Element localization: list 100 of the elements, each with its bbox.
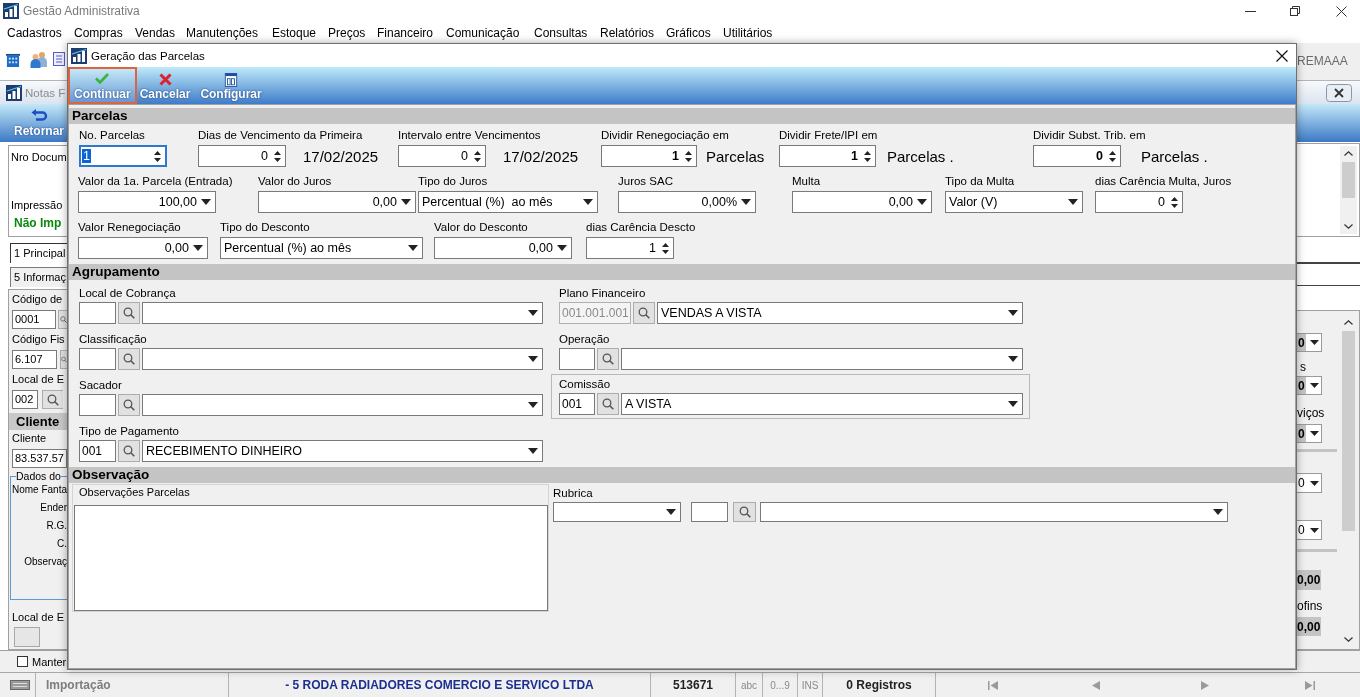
spin-down-icon[interactable] — [685, 157, 692, 162]
building-icon[interactable] — [6, 53, 20, 67]
scroll-down-icon[interactable] — [1344, 637, 1353, 642]
scrollbar-thumb[interactable] — [1342, 162, 1355, 198]
scrollbar[interactable] — [1340, 146, 1357, 234]
amount-field[interactable]: 0,00 — [258, 191, 416, 213]
caret-down-icon[interactable] — [1068, 199, 1078, 205]
menu-item[interactable]: Compras — [74, 25, 135, 40]
caret-down-icon[interactable] — [408, 245, 418, 251]
scrollbar-thumb[interactable] — [1342, 331, 1355, 531]
spin-down-icon[interactable] — [274, 157, 281, 162]
spin-field[interactable]: 0 — [1095, 191, 1183, 213]
spin-field[interactable]: 0 — [1033, 145, 1121, 167]
minimize-icon[interactable] — [1245, 10, 1256, 12]
spin-down-icon[interactable] — [474, 157, 481, 162]
spin-field[interactable]: 0 — [198, 145, 286, 167]
menu-item[interactable]: Cadastros — [7, 25, 74, 40]
amount-field[interactable]: 0,00% — [618, 191, 756, 213]
dropdown-field[interactable]: 0 — [1297, 473, 1322, 493]
scroll-up-icon[interactable] — [1344, 320, 1353, 325]
spin-up-icon[interactable] — [474, 150, 481, 155]
search-button[interactable] — [733, 502, 756, 522]
caret-down-icon[interactable] — [401, 199, 411, 205]
menu-item[interactable]: Vendas — [135, 25, 186, 40]
amount-field[interactable]: 0,00 — [78, 237, 208, 259]
spin-up-icon[interactable] — [154, 150, 161, 155]
scroll-down-icon[interactable] — [1344, 224, 1353, 229]
scroll-up-icon[interactable] — [1344, 151, 1353, 156]
search-button[interactable] — [118, 440, 140, 462]
caret-down-icon[interactable] — [201, 199, 211, 205]
search-button[interactable] — [597, 348, 619, 370]
menu-item[interactable]: Estoque — [272, 25, 328, 40]
dropdown-field[interactable] — [142, 394, 543, 416]
input-field[interactable] — [14, 627, 40, 647]
code-field[interactable]: 001 — [79, 440, 116, 462]
spin-field[interactable]: 1 — [586, 237, 674, 259]
code-field[interactable] — [79, 302, 116, 324]
spin-down-icon[interactable] — [1171, 203, 1178, 208]
search-button[interactable] — [42, 390, 63, 409]
tab[interactable]: 1 Principal — [10, 243, 67, 263]
menu-item[interactable]: Consultas — [534, 25, 600, 40]
dropdown-field[interactable] — [621, 348, 1023, 370]
search-button[interactable] — [633, 302, 655, 324]
caret-down-icon[interactable] — [1213, 509, 1223, 515]
caret-down-icon[interactable] — [528, 310, 538, 316]
spin-down-icon[interactable] — [662, 249, 669, 254]
dropdown-field[interactable] — [760, 502, 1228, 522]
dropdown-field[interactable]: 0 — [1297, 424, 1322, 443]
caret-down-icon[interactable] — [193, 245, 203, 251]
menu-item[interactable]: Relatórios — [600, 25, 666, 40]
amount-field[interactable]: 0,00 — [792, 191, 932, 213]
spin-up-icon[interactable] — [662, 242, 669, 247]
caret-down-icon[interactable] — [1008, 310, 1018, 316]
search-button[interactable] — [60, 350, 67, 369]
menu-item[interactable]: Utilitários — [723, 25, 773, 40]
caret-down-icon[interactable] — [1008, 401, 1018, 407]
caret-down-icon[interactable] — [917, 199, 927, 205]
spin-field[interactable]: 1 — [601, 145, 697, 167]
dropdown-field[interactable] — [142, 348, 543, 370]
dropdown-field[interactable]: 0 — [1297, 376, 1322, 395]
spin-down-icon[interactable] — [1109, 157, 1116, 162]
dropdown-field[interactable]: 0 — [1297, 333, 1322, 352]
spin-up-icon[interactable] — [685, 150, 692, 155]
dropdown-field[interactable] — [142, 302, 543, 324]
dropdown-field[interactable]: A VISTA — [621, 393, 1023, 415]
caret-down-icon[interactable] — [1310, 431, 1319, 436]
menu-item[interactable]: Comunicação — [446, 25, 534, 40]
close-icon[interactable] — [1326, 83, 1352, 102]
amount-field[interactable]: 100,00 — [78, 191, 216, 213]
code-field[interactable] — [79, 348, 116, 370]
caret-down-icon[interactable] — [583, 199, 593, 205]
caret-down-icon[interactable] — [1310, 340, 1319, 345]
dropdown-field[interactable]: Valor (V) — [945, 191, 1083, 213]
caret-down-icon[interactable] — [741, 199, 751, 205]
input-field[interactable]: 6.107 — [12, 350, 57, 369]
people-icon[interactable] — [30, 51, 48, 68]
caret-down-icon[interactable] — [528, 402, 538, 408]
menu-item[interactable]: Financeiro — [377, 25, 446, 40]
input-field[interactable]: 83.537.57 — [12, 449, 67, 468]
caret-down-icon[interactable] — [666, 509, 676, 515]
search-button[interactable] — [118, 394, 140, 416]
dropdown-field[interactable]: Percentual (%) ao mês — [418, 191, 598, 213]
caret-down-icon[interactable] — [557, 245, 567, 251]
spin-field[interactable]: 1 — [79, 145, 167, 167]
search-button[interactable] — [118, 348, 140, 370]
caret-down-icon[interactable] — [528, 448, 538, 454]
notes-field[interactable] — [74, 505, 548, 611]
menu-item[interactable]: Preços — [328, 25, 377, 40]
spin-up-icon[interactable] — [1109, 150, 1116, 155]
list-icon[interactable] — [53, 52, 65, 66]
caret-down-icon[interactable] — [1310, 383, 1319, 388]
close-icon[interactable] — [1276, 49, 1288, 62]
tab[interactable]: 5 Informaç — [10, 267, 67, 287]
dropdown-field[interactable]: 0 — [1297, 520, 1322, 540]
spin-up-icon[interactable] — [1171, 196, 1178, 201]
caret-down-icon[interactable] — [1008, 356, 1018, 362]
menu-item[interactable]: Gráficos — [666, 25, 723, 40]
spin-up-icon[interactable] — [864, 150, 871, 155]
code-field[interactable]: 001 — [559, 393, 595, 415]
caret-down-icon[interactable] — [1310, 527, 1319, 533]
